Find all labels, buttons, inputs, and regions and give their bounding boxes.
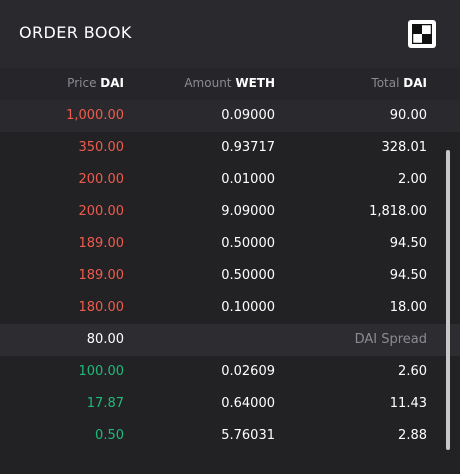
price-header-unit: DAI — [100, 76, 124, 90]
panel-header: ORDER BOOK — [0, 0, 460, 69]
ask-price: 189.00 — [78, 268, 125, 283]
ask-total: 18.00 — [389, 300, 427, 315]
order-book-panel: ORDER BOOK Price DAI Amount WETH Total D… — [0, 0, 460, 474]
ask-row[interactable]: 189.00 0.50000 94.50 — [0, 228, 460, 260]
bid-price: 17.87 — [86, 396, 124, 411]
bid-price: 0.50 — [95, 428, 124, 443]
ask-amount: 0.50000 — [221, 268, 275, 283]
ask-price: 350.00 — [78, 140, 125, 155]
total-header[interactable]: Total DAI — [371, 76, 427, 90]
total-header-unit: DAI — [403, 76, 427, 90]
ask-total: 94.50 — [389, 236, 427, 251]
spread-row: 80.00 DAI Spread — [0, 324, 460, 356]
ask-price: 200.00 — [78, 204, 125, 219]
bid-total: 2.88 — [398, 428, 427, 443]
ask-total: 1,818.00 — [369, 204, 427, 219]
amount-header-unit: WETH — [235, 76, 275, 90]
price-header-label: Price — [67, 76, 97, 90]
ask-total: 328.01 — [381, 140, 428, 155]
ask-price: 200.00 — [78, 172, 125, 187]
ask-total: 94.50 — [389, 268, 427, 283]
ask-amount: 0.09000 — [221, 108, 275, 123]
ask-total: 90.00 — [389, 108, 427, 123]
bid-row[interactable]: 0.50 5.76031 2.88 — [0, 420, 460, 452]
ask-amount: 0.50000 — [221, 236, 275, 251]
expand-button[interactable] — [408, 20, 436, 48]
bid-price: 100.00 — [78, 364, 125, 379]
ask-price: 189.00 — [78, 236, 125, 251]
ask-amount: 9.09000 — [221, 204, 275, 219]
amount-header[interactable]: Amount WETH — [184, 76, 275, 90]
spread-label: DAI Spread — [354, 332, 427, 347]
ask-row[interactable]: 180.00 0.10000 18.00 — [0, 292, 460, 324]
price-header[interactable]: Price DAI — [67, 76, 124, 90]
bid-amount: 0.02609 — [221, 364, 275, 379]
ask-price: 180.00 — [78, 300, 125, 315]
expand-icon — [412, 24, 432, 44]
bid-total: 2.60 — [398, 364, 427, 379]
ask-amount: 0.01000 — [221, 172, 275, 187]
ask-price: 1,000.00 — [66, 108, 124, 123]
ask-row[interactable]: 189.00 0.50000 94.50 — [0, 260, 460, 292]
ask-row[interactable]: 1,000.00 0.09000 90.00 — [0, 100, 460, 132]
ask-row[interactable]: 200.00 9.09000 1,818.00 — [0, 196, 460, 228]
bid-amount: 0.64000 — [221, 396, 275, 411]
ask-total: 2.00 — [398, 172, 427, 187]
order-rows: 1,000.00 0.09000 90.00 350.00 0.93717 32… — [0, 100, 460, 452]
bid-row[interactable]: 17.87 0.64000 11.43 — [0, 388, 460, 420]
ask-row[interactable]: 350.00 0.93717 328.01 — [0, 132, 460, 164]
column-headers: Price DAI Amount WETH Total DAI — [0, 68, 460, 100]
bid-total: 11.43 — [389, 396, 427, 411]
total-header-label: Total — [371, 76, 400, 90]
amount-header-label: Amount — [184, 76, 232, 90]
bid-row[interactable]: 100.00 0.02609 2.60 — [0, 356, 460, 388]
ask-amount: 0.93717 — [221, 140, 275, 155]
spread-value: 80.00 — [86, 332, 124, 347]
panel-title: ORDER BOOK — [19, 23, 132, 42]
bid-amount: 5.76031 — [221, 428, 275, 443]
scrollbar[interactable] — [446, 150, 450, 450]
ask-row[interactable]: 200.00 0.01000 2.00 — [0, 164, 460, 196]
ask-amount: 0.10000 — [221, 300, 275, 315]
